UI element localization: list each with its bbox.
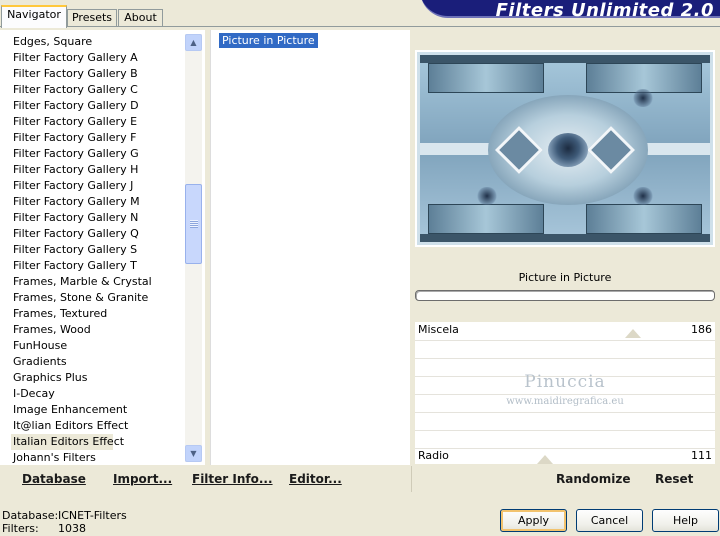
- tab-about[interactable]: About: [118, 9, 163, 27]
- category-item[interactable]: Frames, Textured: [13, 306, 183, 322]
- status-filters-label: Filters:: [2, 522, 39, 535]
- slider-thumb-miscela[interactable]: [625, 329, 641, 338]
- category-scrollbar[interactable]: ▲ ▼: [185, 34, 202, 462]
- database-button[interactable]: Database: [22, 472, 86, 486]
- chevron-up-icon: ▲: [190, 38, 197, 47]
- category-item[interactable]: Frames, Wood: [13, 322, 183, 338]
- cancel-button[interactable]: Cancel: [576, 509, 643, 532]
- filter-info-button[interactable]: Filter Info...: [192, 472, 273, 486]
- status-database-value: ICNET-Filters: [58, 509, 127, 522]
- grip-icon: [190, 220, 198, 228]
- category-item[interactable]: Gradients: [13, 354, 183, 370]
- category-list[interactable]: Edges, Square Filter Factory Gallery A Fil…: [11, 34, 183, 466]
- category-item[interactable]: Filter Factory Gallery G: [13, 146, 183, 162]
- tab-divider: [0, 26, 720, 27]
- apply-button[interactable]: Apply: [500, 509, 567, 532]
- slider-area: [415, 322, 715, 464]
- tab-navigator[interactable]: Navigator: [1, 5, 67, 28]
- category-item[interactable]: Filter Factory Gallery H: [13, 162, 183, 178]
- progress-bar: [415, 290, 715, 301]
- slider-label: Radio: [418, 449, 449, 462]
- preview-frame: [415, 50, 715, 247]
- watermark-url: www.maidiregrafica.eu: [506, 396, 624, 407]
- slider-value: 186: [691, 323, 712, 336]
- scroll-down-button[interactable]: ▼: [185, 445, 202, 462]
- category-item[interactable]: Filter Factory Gallery T: [13, 258, 183, 274]
- category-item[interactable]: Filter Factory Gallery E: [13, 114, 183, 130]
- category-item[interactable]: Filter Factory Gallery F: [13, 130, 183, 146]
- category-item[interactable]: Filter Factory Gallery Q: [13, 226, 183, 242]
- category-item[interactable]: Frames, Marble & Crystal: [13, 274, 183, 290]
- scroll-up-button[interactable]: ▲: [185, 34, 202, 51]
- preview-caption: Picture in Picture: [518, 271, 612, 284]
- category-item[interactable]: FunHouse: [13, 338, 183, 354]
- app-title: Filters Unlimited 2.0: [495, 0, 714, 21]
- status-filters-value: 1038: [58, 522, 86, 535]
- slider-thumb-radio[interactable]: [537, 455, 553, 464]
- status-database-label: Database:: [2, 509, 59, 522]
- category-item[interactable]: Filter Factory Gallery M: [13, 194, 183, 210]
- category-item[interactable]: Filter Factory Gallery B: [13, 66, 183, 82]
- category-item[interactable]: Filter Factory Gallery S: [13, 242, 183, 258]
- scroll-thumb[interactable]: [185, 184, 202, 264]
- category-item[interactable]: Johann's Filters: [13, 450, 183, 466]
- help-button[interactable]: Help: [652, 509, 719, 532]
- reset-button[interactable]: Reset: [655, 472, 693, 486]
- import-button[interactable]: Import...: [113, 472, 172, 486]
- category-item[interactable]: Edges, Square: [13, 34, 183, 50]
- slider-label: Miscela: [418, 323, 459, 336]
- category-item[interactable]: Filter Factory Gallery J: [13, 178, 183, 194]
- category-item[interactable]: Image Enhancement: [13, 402, 183, 418]
- category-item[interactable]: Filter Factory Gallery A: [13, 50, 183, 66]
- slider-value: 111: [691, 449, 712, 462]
- category-item[interactable]: Filter Factory Gallery C: [13, 82, 183, 98]
- category-item[interactable]: Filter Factory Gallery D: [13, 98, 183, 114]
- chevron-down-icon: ▼: [190, 449, 197, 458]
- category-item[interactable]: I-Decay: [13, 386, 183, 402]
- title-banner: Filters Unlimited 2.0: [420, 0, 720, 21]
- category-item[interactable]: Frames, Stone & Granite: [13, 290, 183, 306]
- filter-item-picture-in-picture[interactable]: Picture in Picture: [219, 33, 318, 48]
- slider-miscela[interactable]: Miscela 186: [415, 322, 715, 338]
- category-list-panel: Edges, Square Filter Factory Gallery A Fil…: [0, 30, 205, 465]
- category-item[interactable]: Graphics Plus: [13, 370, 183, 386]
- randomize-button[interactable]: Randomize: [556, 472, 630, 486]
- category-item[interactable]: It@lian Editors Effect: [13, 418, 183, 434]
- category-item[interactable]: Italian Editors Effect: [11, 434, 124, 450]
- preview-image: [417, 52, 713, 245]
- filter-list-panel: Picture in Picture: [210, 30, 410, 465]
- toolbar-divider: [411, 466, 412, 492]
- editor-button[interactable]: Editor...: [289, 472, 342, 486]
- watermark-name: Pinuccia: [524, 372, 606, 392]
- tab-presets[interactable]: Presets: [67, 9, 117, 27]
- slider-radio[interactable]: Radio 111: [415, 448, 715, 464]
- category-item[interactable]: Filter Factory Gallery N: [13, 210, 183, 226]
